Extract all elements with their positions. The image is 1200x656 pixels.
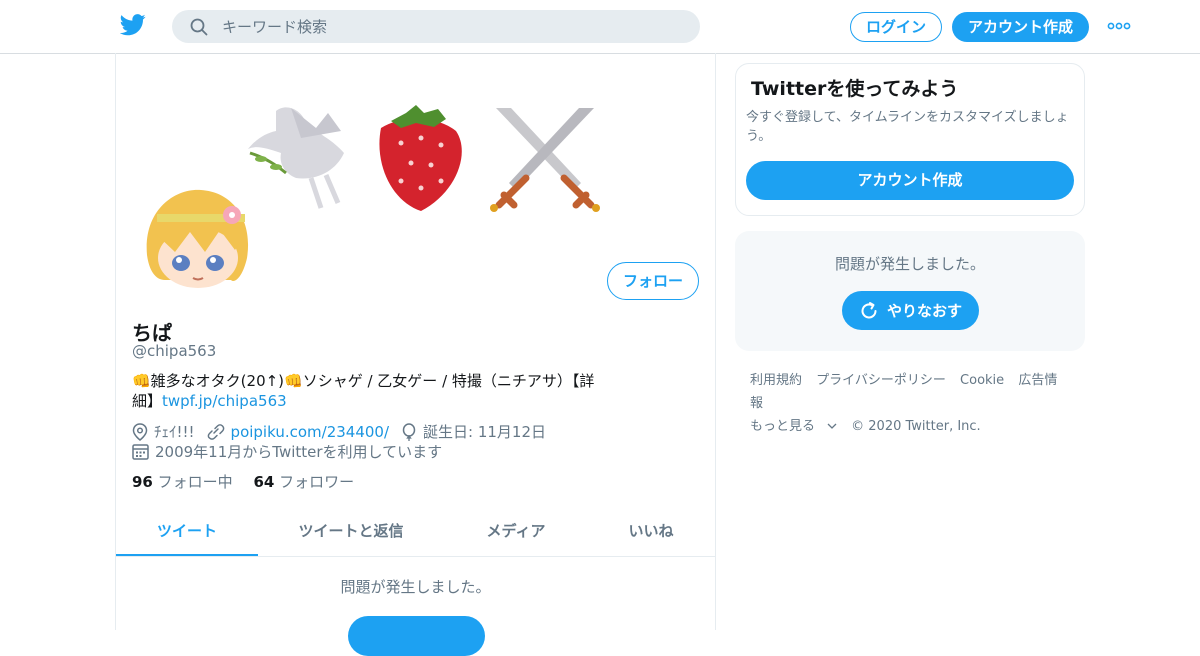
footer-copyright: © 2020 Twitter, Inc. — [851, 419, 981, 434]
strawberry-illustration — [379, 105, 462, 211]
search-input[interactable] — [222, 10, 682, 43]
search-box[interactable] — [172, 10, 700, 43]
timeline-retry-button[interactable] — [348, 616, 485, 656]
profile-joined-row: 2009年11月からTwitterを利用しています — [132, 441, 442, 462]
tab-likes[interactable]: いいね — [606, 506, 696, 556]
timeline-error-message: 問題が発生しました。 — [340, 578, 491, 596]
balloon-icon — [402, 422, 416, 441]
followers-stat[interactable]: 64 フォロワー — [253, 473, 354, 491]
follow-button[interactable]: フォロー — [607, 262, 699, 300]
footer-link-terms[interactable]: 利用規約 — [750, 373, 802, 388]
sidebar-error-card: 問題が発生しました。 やりなおす — [735, 231, 1085, 351]
profile-joined-date: 2009年11月からTwitterを利用しています — [155, 443, 443, 461]
following-stat[interactable]: 96 フォロー中 — [132, 473, 233, 491]
profile-birthday: 誕生日: 11月12日 — [423, 423, 547, 441]
crossed-swords-illustration — [490, 108, 600, 212]
location-icon — [132, 422, 148, 441]
chevron-down-icon — [827, 423, 837, 429]
retry-label: やりなおす — [886, 302, 962, 320]
tab-tweets-and-replies[interactable]: ツイートと返信 — [281, 506, 421, 556]
search-icon — [190, 18, 208, 36]
retry-button[interactable]: やりなおす — [842, 291, 979, 330]
login-button[interactable]: ログイン — [850, 12, 942, 42]
top-nav-bar: ログイン アカウント作成 — [0, 0, 1200, 54]
profile-website-link[interactable]: poipiku.com/234400/ — [231, 423, 389, 441]
avatar-illustration — [135, 180, 261, 306]
signup-card-text: 今すぐ登録して、タイムラインをカスタマイズしましょう。 — [746, 110, 1069, 144]
link-icon — [207, 423, 224, 440]
signup-card-title: Twitterを使ってみよう — [751, 78, 959, 100]
footer-link-cookie[interactable]: Cookie — [960, 373, 1004, 388]
profile-tabs: ツイート ツイートと返信 メディア いいね — [116, 506, 715, 557]
signup-card-button[interactable]: アカウント作成 — [746, 161, 1074, 200]
twitter-bird-icon[interactable] — [120, 14, 146, 36]
bio-link[interactable]: twpf.jp/chipa563 — [162, 392, 287, 410]
profile-handle[interactable]: @chipa563 — [132, 342, 216, 360]
profile-bio: 👊雑多なオタク(20↑)👊ソシャゲ / 乙女ゲー / 特撮（ニチアサ）【詳細】t… — [132, 371, 602, 411]
tab-media[interactable]: メディア — [456, 506, 576, 556]
footer-link-privacy[interactable]: プライバシーポリシー — [816, 373, 946, 388]
more-options-icon[interactable] — [1107, 20, 1131, 32]
tab-tweets[interactable]: ツイート — [116, 506, 258, 556]
signup-card: Twitterを使ってみよう 今すぐ登録して、タイムラインをカスタマイズしましょ… — [735, 63, 1085, 216]
sidebar-error-message: 問題が発生しました。 — [834, 255, 985, 273]
footer-links: 利用規約 プライバシーポリシー Cookie 広告情報 もっと見る © 2020… — [750, 369, 1080, 438]
profile-stats: 96 フォロー中 64 フォロワー — [132, 471, 354, 492]
calendar-icon — [132, 444, 149, 460]
footer-more-link[interactable]: もっと見る — [750, 419, 837, 434]
dove-illustration — [248, 107, 344, 209]
refresh-icon — [861, 301, 877, 318]
profile-column: フォロー ちぱ @chipa563 👊雑多なオタク(20↑)👊ソシャゲ / 乙女… — [115, 53, 716, 656]
profile-avatar[interactable] — [132, 177, 264, 309]
profile-location: ﾁｪｲ!!! — [154, 423, 195, 441]
profile-meta-row: ﾁｪｲ!!! poipiku.com/234400/ 誕生日: 11月12日 — [132, 421, 546, 442]
signup-button[interactable]: アカウント作成 — [952, 12, 1089, 42]
